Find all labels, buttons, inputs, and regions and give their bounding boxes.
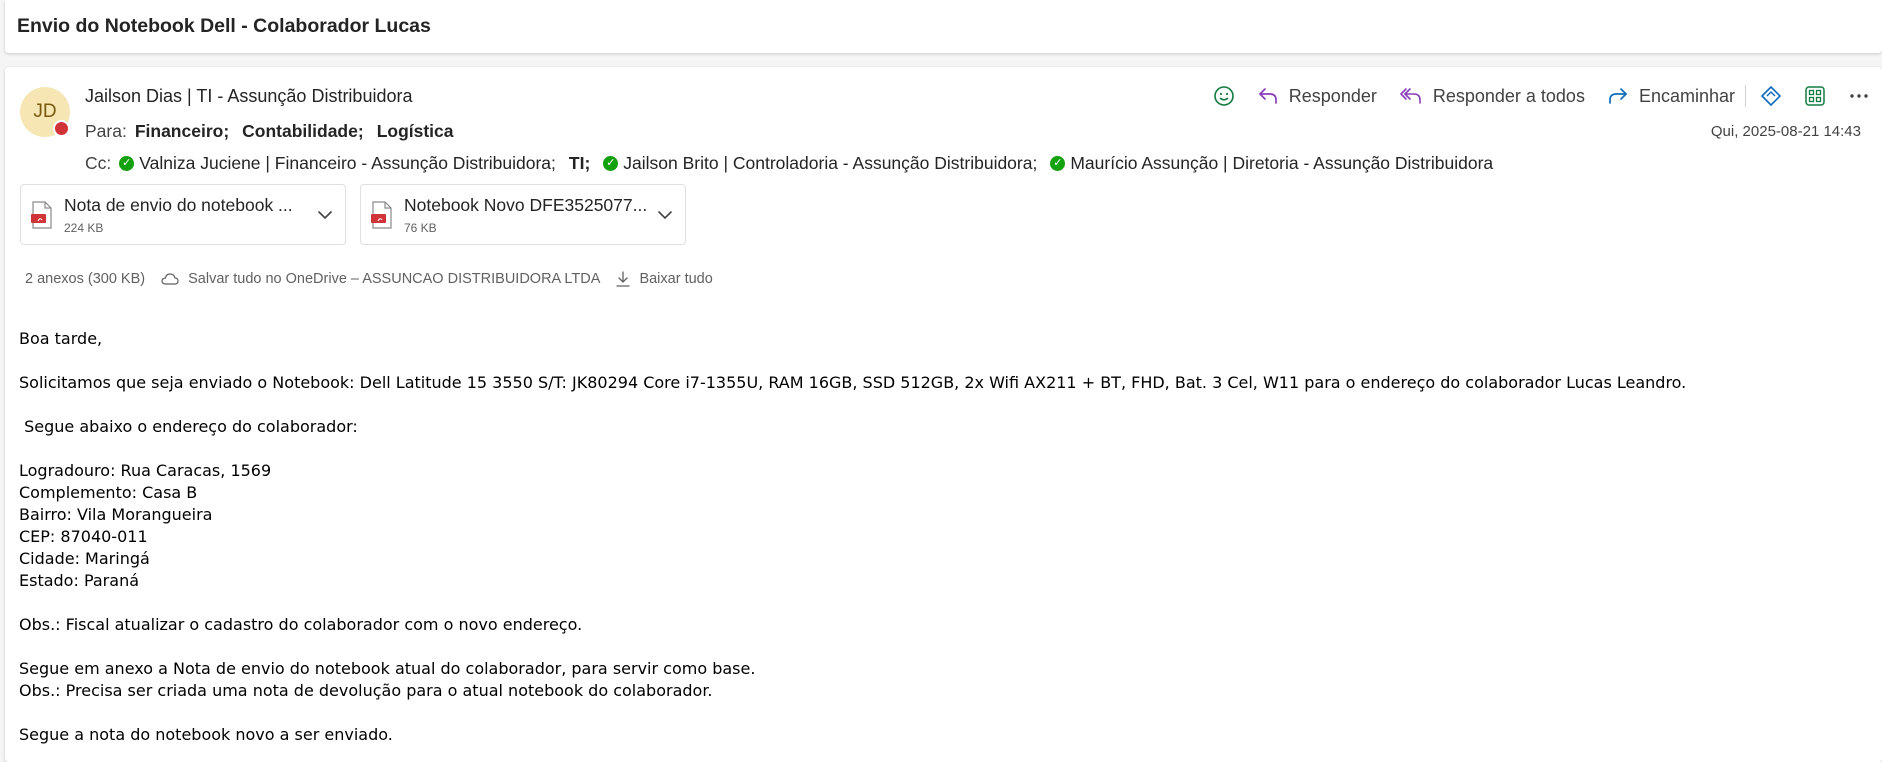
- to-label: Para:: [85, 121, 127, 141]
- presence-available-icon: ✓: [603, 156, 619, 171]
- pdf-file-icon: [371, 201, 392, 229]
- attachment-card[interactable]: Notebook Novo DFE3525077... 76 KB: [360, 184, 686, 245]
- smiley-icon: [1213, 86, 1234, 106]
- reply-button[interactable]: Responder: [1257, 86, 1377, 107]
- download-all-button[interactable]: Baixar tudo: [616, 271, 713, 287]
- body-greeting: Boa tarde,: [19, 329, 103, 348]
- download-all-label: Baixar tudo: [639, 271, 713, 287]
- more-actions-button[interactable]: [1848, 85, 1870, 107]
- react-button[interactable]: [1213, 85, 1235, 107]
- chevron-down-icon[interactable]: [317, 207, 333, 223]
- copilot-button[interactable]: [1760, 85, 1782, 107]
- body-closing: Segue a nota do notebook novo a ser envi…: [19, 725, 393, 744]
- more-icon: [1850, 94, 1868, 98]
- address-zip: CEP: 87040-011: [19, 527, 148, 546]
- chevron-down-icon[interactable]: [657, 207, 673, 223]
- email-body: Boa tarde, Solicitamos que seja enviado …: [19, 328, 1859, 746]
- reply-all-label: Responder a todos: [1432, 85, 1585, 106]
- presence-busy-icon: [53, 120, 70, 137]
- reply-all-icon: [1400, 88, 1421, 104]
- cloud-icon: [161, 273, 179, 285]
- attachment-name: Nota de envio do notebook ...: [64, 195, 293, 215]
- attachment-card[interactable]: Nota de envio do notebook ... 224 KB: [20, 184, 346, 245]
- sender-name[interactable]: Jailson Dias | TI - Assunção Distribuido…: [85, 86, 412, 107]
- to-recipients: Para: Financeiro; Contabilidade; Logísti…: [85, 121, 454, 142]
- recipient-contabilidade[interactable]: Contabilidade;: [242, 121, 364, 142]
- attachment-count: 2 anexos (300 KB): [25, 271, 146, 287]
- apps-button[interactable]: [1804, 85, 1826, 107]
- address-city: Cidade: Maringá: [19, 549, 150, 568]
- address-neighborhood: Bairro: Vila Morangueira: [19, 505, 213, 524]
- save-onedrive-button[interactable]: Salvar tudo no OneDrive – ASSUNCAO DISTR…: [161, 271, 600, 287]
- body-obs-fiscal: Obs.: Fiscal atualizar o cadastro do col…: [19, 615, 583, 634]
- reply-all-button[interactable]: Responder a todos: [1399, 86, 1585, 107]
- cc-recipient-jailson-brito[interactable]: Jailson Brito | Controladoria - Assunção…: [623, 153, 1037, 174]
- toolbar-divider: [1745, 85, 1746, 107]
- forward-label: Encaminhar: [1638, 85, 1735, 106]
- cc-label: Cc:: [85, 153, 112, 173]
- reply-label: Responder: [1288, 85, 1377, 106]
- copilot-icon: [1761, 86, 1781, 106]
- pdf-file-icon: [31, 201, 52, 229]
- cc-recipient-valniza[interactable]: Valniza Juciene | Financeiro - Assunção …: [139, 153, 556, 174]
- email-subject: Envio do Notebook Dell - Colaborador Luc…: [17, 15, 431, 37]
- subject-bar: Envio do Notebook Dell - Colaborador Luc…: [5, 0, 1882, 53]
- attachment-summary: 2 anexos (300 KB) Salvar tudo no OneDriv…: [25, 271, 729, 287]
- download-icon: [616, 271, 631, 287]
- apps-icon: [1805, 86, 1825, 106]
- address-complement: Complemento: Casa B: [19, 483, 198, 502]
- attachment-size: 76 KB: [404, 221, 437, 235]
- message-actions: Responder Responder a todos Encaminhar: [1191, 81, 1870, 111]
- recipient-financeiro[interactable]: Financeiro;: [135, 121, 229, 142]
- attachment-size: 224 KB: [64, 221, 104, 235]
- address-street: Logradouro: Rua Caracas, 1569: [19, 461, 272, 480]
- presence-available-icon: ✓: [119, 156, 135, 171]
- body-address-intro: Segue abaixo o endereço do colaborador:: [19, 417, 358, 436]
- body-annex-note: Segue em anexo a Nota de envio do notebo…: [19, 659, 756, 678]
- cc-recipient-mauricio[interactable]: Maurício Assunção | Diretoria - Assunção…: [1070, 153, 1493, 174]
- reply-icon: [1258, 88, 1277, 104]
- recipient-logistica[interactable]: Logística: [377, 121, 454, 142]
- sent-date: Qui, 2025-08-21 14:43: [1710, 123, 1861, 140]
- message-card: JD Jailson Dias | TI - Assunção Distribu…: [5, 67, 1882, 762]
- forward-button[interactable]: Encaminhar: [1607, 86, 1735, 107]
- body-request: Solicitamos que seja enviado o Notebook:…: [19, 373, 1687, 392]
- save-onedrive-label: Salvar tudo no OneDrive – ASSUNCAO DISTR…: [188, 271, 601, 287]
- cc-recipients: Cc: ✓ Valniza Juciene | Financeiro - Ass…: [85, 153, 1493, 174]
- body-obs-return: Obs.: Precisa ser criada uma nota de dev…: [19, 681, 713, 700]
- address-state: Estado: Paraná: [19, 571, 140, 590]
- attachment-name: Notebook Novo DFE3525077...: [404, 195, 648, 215]
- forward-icon: [1609, 88, 1627, 104]
- presence-available-icon: ✓: [1050, 156, 1066, 171]
- cc-recipient-ti[interactable]: TI;: [569, 153, 590, 174]
